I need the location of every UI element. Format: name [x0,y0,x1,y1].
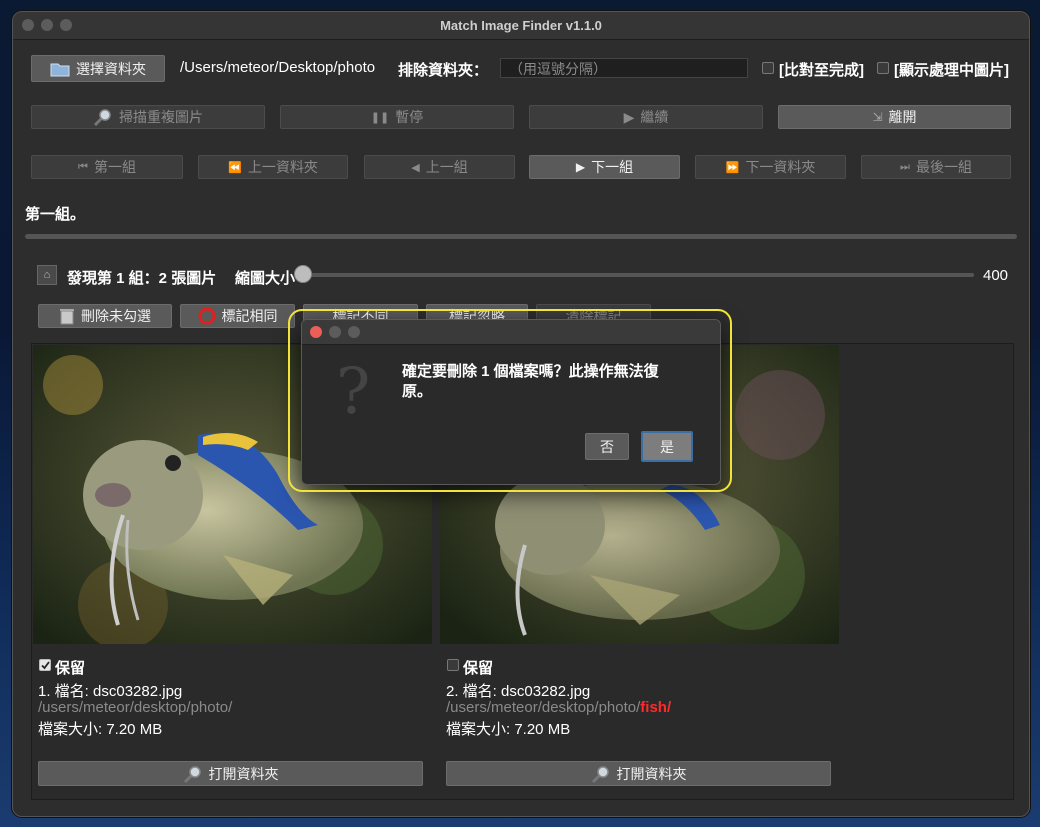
magnifier-icon [183,765,203,783]
dialog-minimize-button[interactable] [329,326,341,338]
rewind-icon: ⏪ [228,161,242,174]
file-name-2: 2. 檔名: dsc03282.jpg [446,683,591,700]
file-path-2: /users/meteor/desktop/photo/fish/ [446,699,672,716]
dialog-close-button[interactable] [310,326,322,338]
play-icon: ▶ [575,160,586,174]
question-icon: ? [336,355,371,429]
magnifier-icon [93,108,113,126]
dialog-zoom-button[interactable] [348,326,360,338]
mark-same-label: 標記相同 [221,308,278,324]
dialog-title-bar [302,320,720,345]
keep-label-1: 保留 [55,660,86,677]
dialog-no-label: 否 [600,438,614,455]
keep-checkbox-1[interactable] [39,659,51,671]
first-group-button[interactable]: ⏮ 第一組 [31,155,183,179]
next-folder-button[interactable]: ⏩ 下一資料夾 [695,155,846,179]
pause-label: 暫停 [395,109,424,125]
compare-done-label: [比對至完成] [779,62,864,79]
show-processing-checkbox[interactable] [877,62,889,74]
resume-button[interactable]: ▶ 繼續 [529,105,763,129]
dialog-no-button[interactable]: 否 [585,433,629,460]
prev-folder-label: 上一資料夾 [247,159,318,175]
trash-icon [59,307,75,325]
compare-done-checkbox[interactable] [762,62,774,74]
last-group-label: 最後一組 [915,159,972,175]
resume-label: 繼續 [640,109,669,125]
dialog-message: 確定要刪除 1 個檔案嗎？此操作無法復原。 [402,363,659,400]
prev-group-button[interactable]: ◀ 上一組 [364,155,515,179]
keep-checkbox-2[interactable] [447,659,459,671]
title-bar: Match Image Finder v1.1.0 [13,12,1029,40]
scan-label: 掃描重複圖片 [119,109,203,125]
exit-icon: ⇲ [872,110,883,124]
thumb-size-track [300,273,974,277]
folder-icon [50,61,70,77]
dialog-yes-button[interactable]: 是 [641,431,693,462]
play-icon: ▶ [623,108,635,125]
window-title: Match Image Finder v1.1.0 [440,18,602,33]
skip-last-icon: ⏭ [900,160,910,173]
progress-bar [25,234,1017,239]
exclude-label: 排除資料夾： [398,62,489,79]
delete-unchecked-label: 刪除未勾選 [81,308,151,324]
red-circle-icon [198,307,216,325]
last-group-button[interactable]: ⏭ 最後一組 [861,155,1011,179]
keep-label-2: 保留 [463,660,494,677]
prev-group-label: 上一組 [425,159,468,175]
pause-icon: ❚❚ [370,111,390,124]
group-found-text: 發現第 1 組：2 張圖片 [67,270,217,287]
fast-forward-icon: ⏩ [725,161,740,174]
scan-duplicates-button[interactable]: 掃描重複圖片 [31,105,265,129]
select-folder-button[interactable]: 選擇資料夾 [31,55,165,82]
home-icon[interactable]: ⌂ [37,265,57,285]
open-folder-button-2[interactable]: 打開資料夾 [446,761,831,786]
back-icon: ◀ [411,161,420,174]
open-folder-label-2: 打開資料夾 [616,765,687,782]
thumb-size-label: 縮圖大小 [235,270,296,287]
thumb-size-value: 400 [983,267,1009,284]
status-text: 第一組。 [25,206,86,223]
file-name-1: 1. 檔名: dsc03282.jpg [38,683,183,700]
open-folder-button-1[interactable]: 打開資料夾 [38,761,423,786]
exit-label: 離開 [888,109,917,125]
exit-button[interactable]: ⇲ 離開 [778,105,1011,129]
skip-first-icon: ⏮ [78,160,88,173]
exclude-folders-input[interactable]: （用逗號分隔） [500,58,748,78]
open-folder-label-1: 打開資料夾 [208,765,279,782]
delete-unchecked-button[interactable]: 刪除未勾選 [38,304,172,328]
mark-same-button[interactable]: 標記相同 [180,304,295,328]
show-processing-label: [顯示處理中圖片] [894,62,1009,79]
pause-button[interactable]: ❚❚ 暫停 [280,105,514,129]
file-path-1: /users/meteor/desktop/photo/ [38,699,233,716]
thumb-size-slider[interactable] [294,265,312,283]
file-size-1: 檔案大小: 7.20 MB [38,721,163,738]
next-group-label: 下一組 [591,159,634,175]
prev-folder-button[interactable]: ⏪ 上一資料夾 [198,155,348,179]
folder-path: /Users/meteor/Desktop/photo [180,59,376,76]
file-size-2: 檔案大小: 7.20 MB [446,721,571,738]
select-folder-label: 選擇資料夾 [76,60,146,77]
first-group-label: 第一組 [93,159,136,175]
dialog-yes-label: 是 [660,438,674,455]
next-group-button[interactable]: ▶ 下一組 [529,155,680,179]
confirm-dialog: ? 確定要刪除 1 個檔案嗎？此操作無法復原。 否 是 [301,319,721,485]
next-folder-label: 下一資料夾 [745,159,816,175]
magnifier-icon [591,765,611,783]
